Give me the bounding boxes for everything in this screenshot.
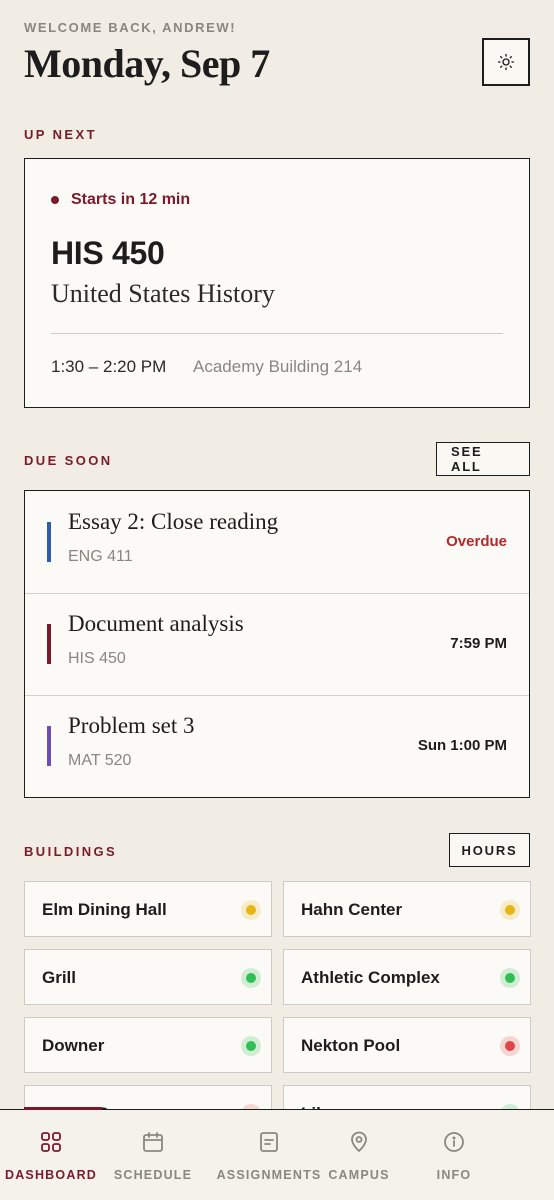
page-title: Monday, Sep 7 — [24, 41, 270, 86]
nav-label: CAMPUS — [328, 1168, 390, 1182]
due-color-bar — [47, 726, 51, 766]
course-code: HIS 450 — [51, 235, 165, 271]
due-soon-list: Essay 2: Close reading ENG 411 Overdue D… — [24, 490, 530, 798]
building-card[interactable]: Elm Dining Hall — [24, 881, 272, 937]
buildings-label: BUILDINGS — [24, 844, 118, 859]
up-next-label: UP NEXT — [24, 127, 97, 142]
welcome-text: WELCOME BACK, ANDREW! — [24, 20, 237, 35]
nav-dashboard[interactable]: DASHBOARD — [0, 1110, 102, 1200]
building-name: Hahn Center — [301, 900, 403, 919]
due-course: MAT 520 — [68, 752, 132, 769]
class-time: 1:30 – 2:20 PM — [51, 357, 167, 376]
building-card[interactable]: Grill — [24, 949, 272, 1005]
nav-label: SCHEDULE — [113, 1168, 193, 1182]
starts-status: Starts in 12 min — [51, 191, 190, 209]
theme-toggle-button[interactable] — [482, 38, 530, 86]
due-time: 7:59 PM — [450, 635, 507, 652]
building-name: Downer — [42, 1036, 105, 1055]
due-title: Document analysis — [68, 611, 244, 636]
live-dot-icon — [51, 196, 59, 204]
due-color-bar — [47, 522, 51, 562]
calendar-icon — [143, 1132, 163, 1152]
status-indicator-icon — [500, 968, 520, 988]
building-name: Elm Dining Hall — [42, 900, 167, 919]
status-indicator-icon — [241, 968, 261, 988]
nav-schedule[interactable]: SCHEDULE — [102, 1110, 204, 1200]
grid-icon — [41, 1132, 61, 1152]
building-name: Nekton Pool — [301, 1036, 401, 1055]
nav-assignments[interactable]: ASSIGNMENTS — [216, 1110, 322, 1200]
due-soon-label: DUE SOON — [24, 453, 113, 468]
document-icon — [260, 1132, 278, 1152]
map-pin-icon — [351, 1131, 367, 1153]
status-indicator-icon — [500, 900, 520, 920]
due-color-bar — [47, 624, 51, 664]
due-item[interactable]: Document analysis HIS 450 7:59 PM — [25, 593, 529, 696]
info-icon — [444, 1132, 464, 1152]
building-card[interactable]: Nekton Pool — [283, 1017, 531, 1073]
nav-label: INFO — [436, 1168, 472, 1182]
due-item[interactable]: Essay 2: Close reading ENG 411 Overdue — [25, 491, 529, 594]
starts-text: Starts in 12 min — [71, 191, 191, 208]
due-item[interactable]: Problem set 3 MAT 520 Sun 1:00 PM — [25, 695, 529, 797]
bottom-nav: DASHBOARD SCHEDULE ASSIGNMENTS CAMPUS IN… — [0, 1107, 554, 1200]
status-indicator-icon — [500, 1036, 520, 1056]
building-card[interactable]: Downer — [24, 1017, 272, 1073]
building-name: Grill — [42, 968, 77, 987]
due-course: HIS 450 — [68, 650, 126, 667]
due-time: Overdue — [446, 533, 507, 550]
nav-info[interactable]: INFO — [404, 1110, 504, 1200]
card-divider — [51, 333, 503, 334]
nav-label: ASSIGNMENTS — [216, 1168, 322, 1182]
hours-button[interactable]: HOURS — [449, 833, 530, 867]
status-indicator-icon — [241, 1036, 261, 1056]
see-all-button[interactable]: SEE ALL — [436, 442, 530, 476]
status-indicator-icon — [241, 900, 261, 920]
nav-label: DASHBOARD — [4, 1168, 98, 1182]
class-location: Academy Building 214 — [193, 357, 363, 376]
due-course: ENG 411 — [68, 548, 133, 565]
sun-icon — [497, 53, 515, 71]
building-name: Athletic Complex — [301, 968, 440, 987]
due-title: Problem set 3 — [68, 713, 195, 738]
building-card[interactable]: Hahn Center — [283, 881, 531, 937]
up-next-card[interactable]: Starts in 12 min HIS 450 United States H… — [24, 158, 530, 408]
nav-campus[interactable]: CAMPUS — [319, 1110, 399, 1200]
building-card[interactable]: Athletic Complex — [283, 949, 531, 1005]
due-time: Sun 1:00 PM — [417, 737, 507, 754]
due-title: Essay 2: Close reading — [68, 509, 279, 534]
course-name: United States History — [51, 279, 275, 308]
